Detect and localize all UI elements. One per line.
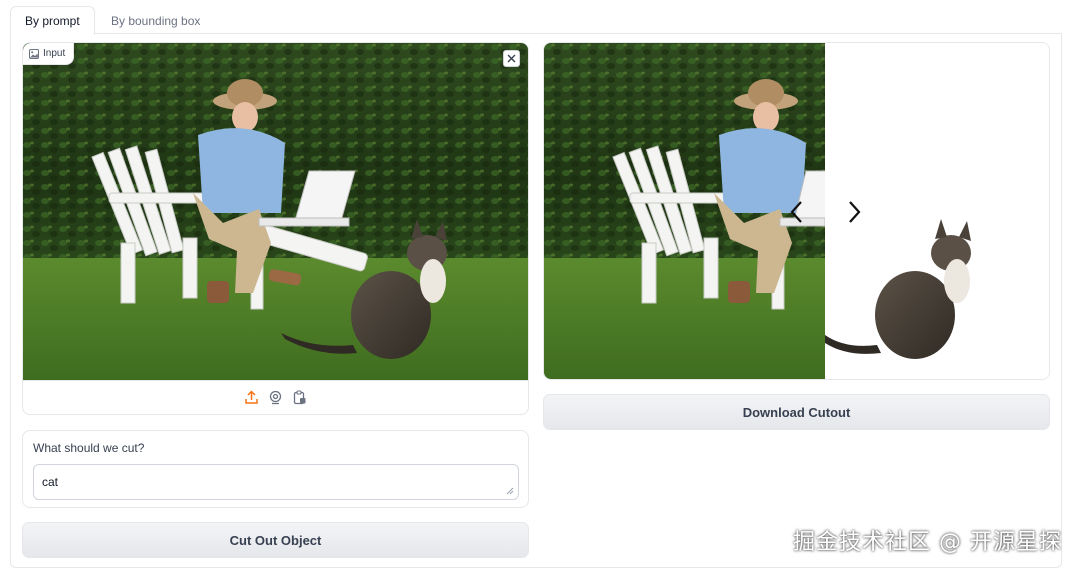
prompt-input[interactable]: cat <box>33 464 519 500</box>
cut-out-object-button[interactable]: Cut Out Object <box>22 522 529 558</box>
tab-by-prompt[interactable]: By prompt <box>10 6 95 35</box>
input-photo <box>23 43 528 380</box>
chevron-right-icon[interactable] <box>845 199 863 225</box>
close-icon <box>507 54 516 63</box>
tab-by-bounding-box[interactable]: By bounding box <box>96 6 215 34</box>
output-original-image <box>544 43 825 379</box>
chevron-left-icon[interactable] <box>788 199 806 225</box>
prompt-card: What should we cut? cat <box>22 430 529 508</box>
output-image-card <box>543 42 1050 380</box>
webcam-button[interactable] <box>268 390 284 406</box>
image-icon <box>29 48 39 59</box>
watermark-text: 掘金技术社区 @ 开源星探 <box>793 530 1062 555</box>
output-cutout-image <box>825 43 1049 379</box>
input-source-toolbar <box>23 380 528 414</box>
input-image-card: Input <box>22 42 529 415</box>
clipboard-button[interactable] <box>292 390 308 406</box>
input-badge-label: Input <box>43 48 66 59</box>
webcam-icon <box>269 390 282 405</box>
clipboard-icon <box>293 390 306 405</box>
output-photo <box>544 43 825 379</box>
resize-grip-icon[interactable] <box>506 487 514 495</box>
clear-image-button[interactable] <box>503 50 520 67</box>
download-cutout-button[interactable]: Download Cutout <box>543 394 1050 430</box>
prompt-label: What should we cut? <box>33 441 145 455</box>
tab-bar: By prompt By bounding box <box>10 6 1062 35</box>
input-image[interactable] <box>23 43 528 380</box>
input-badge: Input <box>23 43 75 65</box>
upload-icon <box>245 390 258 404</box>
upload-button[interactable] <box>244 390 260 406</box>
